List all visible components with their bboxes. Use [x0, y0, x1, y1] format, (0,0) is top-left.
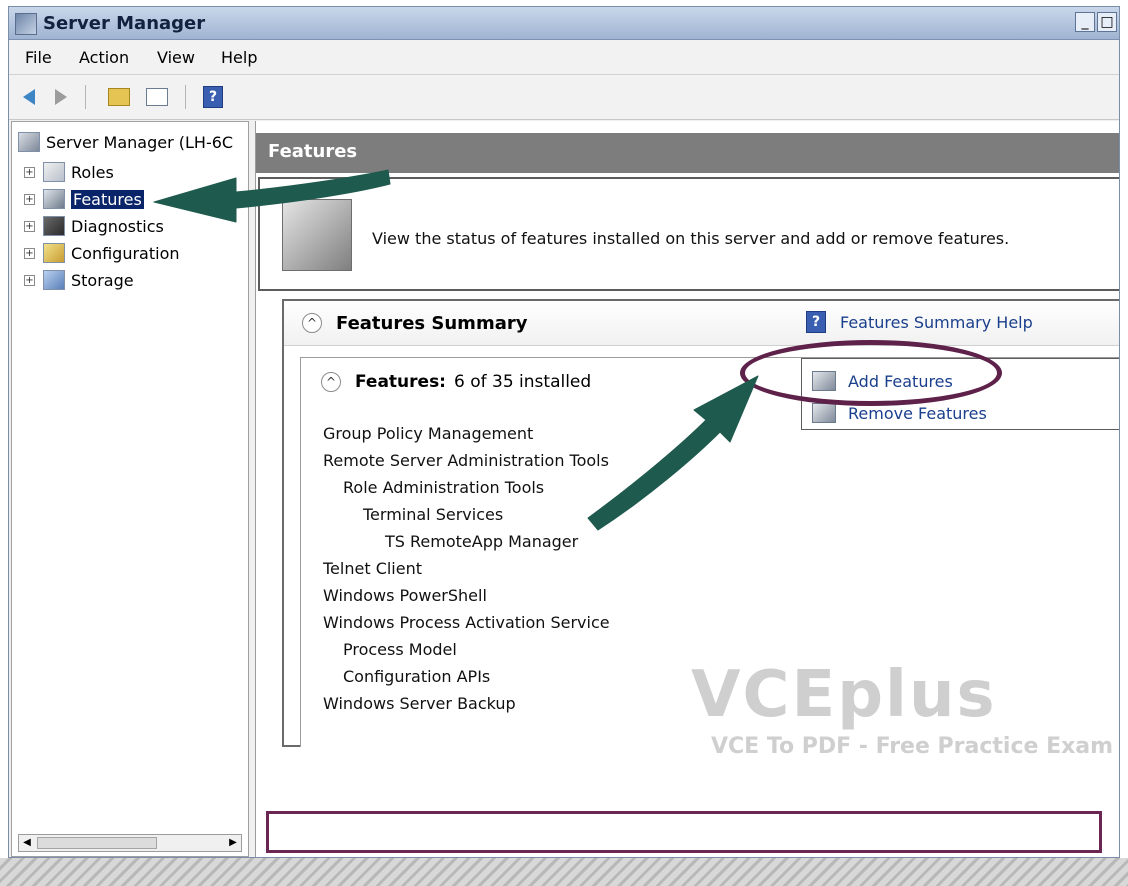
annotation-arrow-to-features: [153, 169, 391, 223]
annotation-arrows: [153, 169, 759, 531]
annotation-arrow-to-add-features: [587, 375, 759, 531]
